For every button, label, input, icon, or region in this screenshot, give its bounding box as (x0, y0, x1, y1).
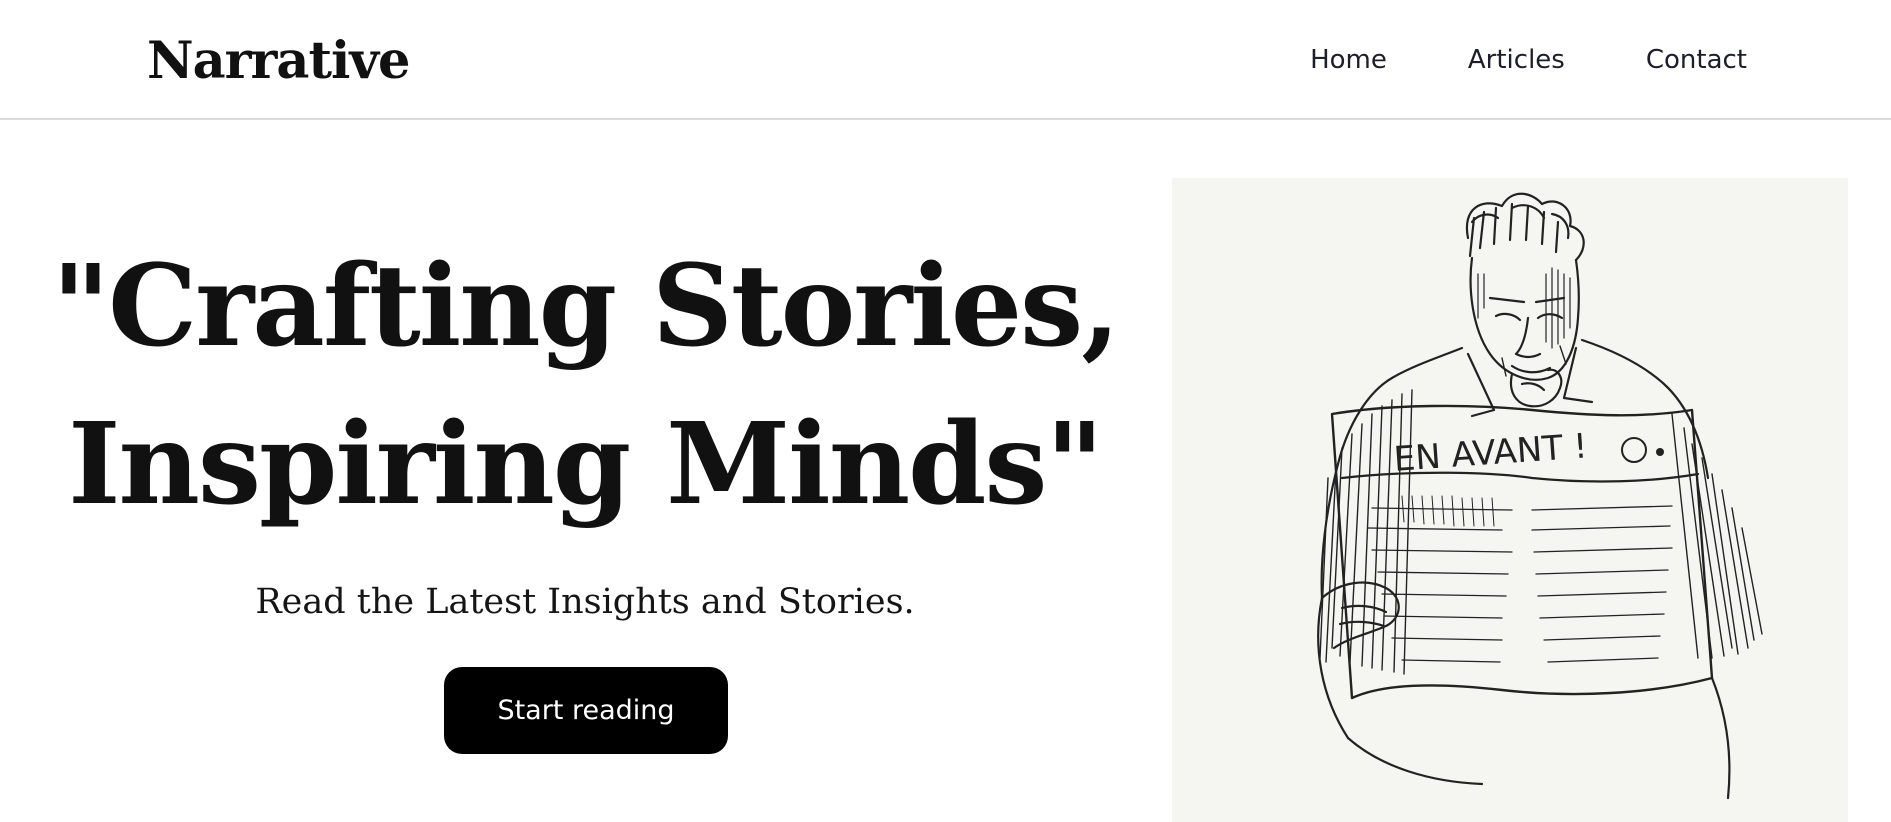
nav-articles-link[interactable]: Articles (1468, 42, 1565, 78)
headline-line-2: Inspiring Minds" (68, 399, 1104, 530)
site-logo[interactable]: Narrative (147, 28, 410, 94)
sketch-drawing: EN AVANT ! (1317, 192, 1763, 800)
main-nav: Home Articles Contact (1229, 42, 1747, 78)
nav-contact-link[interactable]: Contact (1646, 42, 1747, 78)
headline-line-1: "Crafting Stories, (51, 241, 1120, 372)
hero-subheading: Read the Latest Insights and Stories. (255, 582, 915, 622)
site-header: Narrative Home Articles Contact (0, 0, 1891, 120)
hero-section: "Crafting Stories, Inspiring Minds" Read… (0, 120, 1170, 822)
man-reading-newspaper-illustration: EN AVANT ! (1172, 178, 1848, 822)
nav-home-link[interactable]: Home (1310, 42, 1387, 78)
newspaper-headline-text: EN AVANT ! (1392, 426, 1588, 479)
hero-headline: "Crafting Stories, Inspiring Minds" (0, 228, 1170, 544)
start-reading-button[interactable]: Start reading (444, 667, 728, 754)
